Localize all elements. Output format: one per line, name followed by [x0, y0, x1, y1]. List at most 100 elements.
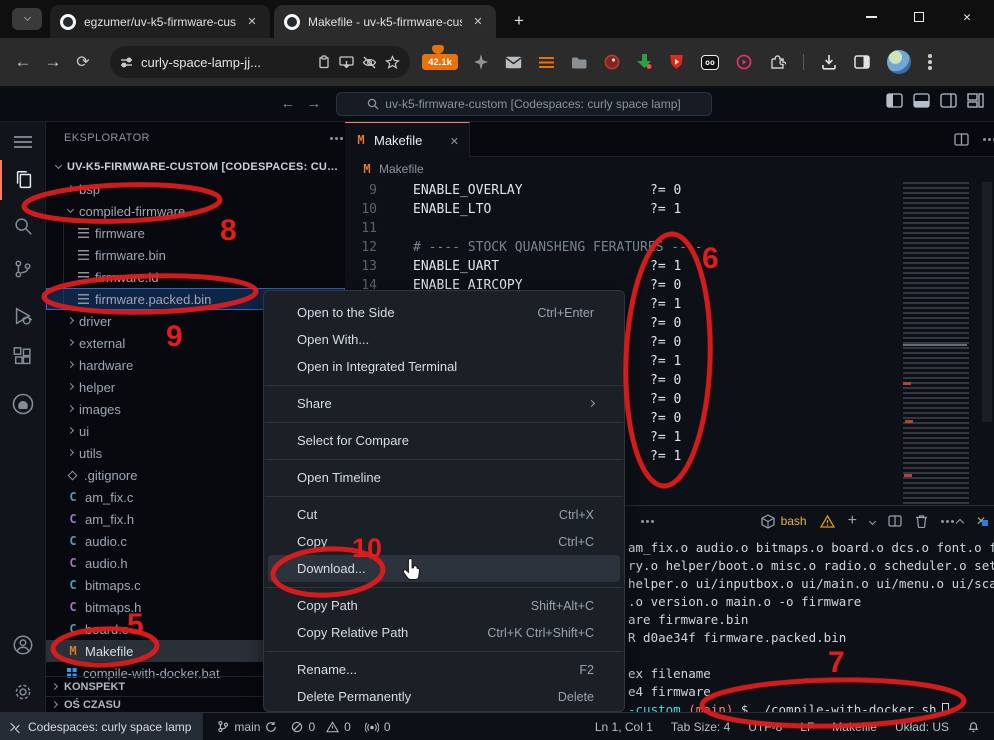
window-maximize-button[interactable] [908, 6, 930, 28]
extensions-puzzle-icon[interactable] [769, 54, 786, 71]
panel-more-actions-icon[interactable] [641, 520, 644, 523]
chevron-right-icon [51, 682, 58, 689]
menu-item-select-for-compare[interactable]: Select for Compare [264, 427, 624, 454]
tab-close-icon[interactable] [450, 133, 459, 148]
folder-extension-icon[interactable] [571, 56, 587, 69]
github-activity-icon[interactable] [0, 384, 46, 424]
extensions-activity-icon[interactable] [0, 337, 46, 377]
editor-scrollbar[interactable] [982, 182, 992, 422]
terminal-dropdown-icon[interactable] [869, 517, 876, 524]
menu-item-delete-permanently[interactable]: Delete PermanentlyDelete [264, 683, 624, 710]
maximize-panel-icon[interactable] [956, 518, 964, 526]
browser-menu-icon[interactable] [928, 60, 932, 64]
eye-off-icon[interactable] [362, 56, 377, 69]
list-extension-icon[interactable] [539, 56, 554, 69]
menu-item-open-timeline[interactable]: Open Timeline [264, 464, 624, 491]
menu-item-copy[interactable]: CopyCtrl+C [264, 528, 624, 555]
reload-button[interactable] [68, 52, 98, 72]
language-mode[interactable]: Makefile [832, 720, 877, 734]
account-icon[interactable] [0, 625, 46, 665]
tree-item-bsp[interactable]: bsp [46, 178, 345, 200]
new-tab-button[interactable] [508, 10, 530, 32]
sidebar-toggle-icon[interactable] [854, 55, 870, 69]
editor-forward-icon[interactable] [301, 95, 327, 112]
run-debug-activity-icon[interactable] [0, 296, 46, 336]
tab-close-icon[interactable] [244, 14, 260, 30]
url-text[interactable]: curly-space-lamp-jj... [141, 55, 309, 70]
explorer-more-actions-icon[interactable] [330, 137, 333, 140]
terminal-shell-label[interactable]: bash [781, 514, 807, 528]
toggle-secondary-sidebar-icon[interactable] [940, 93, 957, 108]
menu-item-cut[interactable]: CutCtrl+X [264, 501, 624, 528]
oo-extension-icon[interactable]: oo [701, 55, 719, 70]
browser-tab-1[interactable]: egzumer/uv-k5-firmware-custo [50, 5, 270, 38]
browser-tab-2-active[interactable]: Makefile - uv-k5-firmware-cust [274, 5, 496, 38]
menu-item-open-with[interactable]: Open With... [264, 326, 624, 353]
sync-icon[interactable] [265, 721, 277, 733]
new-terminal-icon[interactable] [848, 512, 857, 530]
tab-size[interactable]: Tab Size: 4 [671, 720, 730, 734]
window-minimize-button[interactable] [860, 6, 882, 28]
mail-extension-icon[interactable] [505, 56, 522, 69]
tab-search-button[interactable] [12, 8, 42, 30]
adblock-shield-extension-icon[interactable] [669, 54, 684, 70]
toggle-sidebar-icon[interactable] [886, 93, 903, 108]
encoding[interactable]: UTF-8 [748, 720, 782, 734]
notifications-bell-icon[interactable] [967, 720, 980, 733]
url-bar[interactable]: curly-space-lamp-jj... [110, 46, 410, 78]
source-control-activity-icon[interactable] [0, 249, 46, 289]
clipboard-icon[interactable] [317, 55, 331, 69]
menu-item-rename[interactable]: Rename...F2 [264, 656, 624, 683]
video-downloader-extension-icon[interactable] [637, 54, 652, 70]
tree-item-compiled-firmware[interactable]: compiled-firmware [46, 200, 345, 222]
split-editor-icon[interactable] [954, 133, 969, 146]
remote-indicator[interactable]: Codespaces: curly space lamp [0, 713, 203, 740]
menu-item-share[interactable]: Share [264, 390, 624, 417]
menu-item-copy-relative-path[interactable]: Copy Relative PathCtrl+K Ctrl+Shift+C [264, 619, 624, 646]
menu-item-copy-path[interactable]: Copy PathShift+Alt+C [264, 592, 624, 619]
back-button[interactable] [8, 52, 38, 72]
kill-terminal-trash-icon[interactable] [915, 514, 928, 528]
window-close-button[interactable] [956, 8, 978, 27]
problems-indicator[interactable]: 0 0 [291, 720, 350, 734]
editor-tab-makefile[interactable]: M Makefile [345, 122, 470, 157]
toggle-panel-icon[interactable] [913, 93, 930, 108]
tab-close-icon[interactable] [470, 14, 486, 30]
settings-gear-icon[interactable] [0, 672, 46, 712]
tree-item-firmware-ld[interactable]: firmware.ld [46, 266, 345, 288]
customize-layout-icon[interactable] [967, 93, 984, 108]
tree-item-firmware-bin[interactable]: firmware.bin [46, 244, 345, 266]
command-center-search[interactable]: uv-k5-firmware-custom [Codespaces: curly… [336, 92, 712, 116]
warnings-icon [326, 721, 339, 733]
keyboard-layout[interactable]: Układ: US [895, 720, 949, 734]
downloads-icon[interactable] [821, 54, 837, 70]
bookmark-star-icon[interactable] [385, 55, 400, 70]
breadcrumb[interactable]: M Makefile [345, 157, 994, 180]
branch-indicator[interactable]: main [217, 720, 277, 734]
tree-root[interactable]: UV-K5-FIRMWARE-CUSTOM [CODESPACES: CURLY… [46, 156, 345, 178]
terminal-cursor [942, 703, 949, 712]
search-activity-icon[interactable] [0, 206, 46, 246]
editor-more-actions-icon[interactable] [983, 138, 986, 141]
menu-item-download[interactable]: Download... [268, 555, 620, 582]
spark-extension-icon[interactable] [474, 54, 488, 70]
cursor-position[interactable]: Ln 1, Col 1 [595, 720, 653, 734]
send-to-device-icon[interactable] [339, 56, 354, 69]
terminal-output[interactable]: am_fix.o audio.o bitmaps.o board.o dcs.o… [628, 539, 990, 712]
editor-back-icon[interactable] [275, 95, 301, 112]
tree-item-firmware[interactable]: firmware [46, 222, 345, 244]
menu-item-open-in-terminal[interactable]: Open in Integrated Terminal [264, 353, 624, 380]
forward-button[interactable] [38, 52, 68, 72]
profile-avatar[interactable] [887, 50, 911, 74]
adblock-counter-badge[interactable]: 42.1k [422, 54, 458, 70]
menu-hamburger-icon[interactable] [0, 122, 46, 162]
eol[interactable]: LF [800, 720, 814, 734]
split-terminal-icon[interactable] [888, 515, 902, 527]
menu-item-open-to-side[interactable]: Open to the SideCtrl+Enter [264, 299, 624, 326]
explorer-activity-icon[interactable] [0, 160, 46, 200]
terminal-more-icon[interactable] [941, 520, 944, 523]
camera-blocker-extension-icon[interactable] [604, 54, 620, 70]
ports-indicator[interactable]: 0 [365, 720, 391, 734]
media-player-extension-icon[interactable] [736, 54, 752, 70]
site-settings-icon[interactable] [120, 56, 133, 69]
